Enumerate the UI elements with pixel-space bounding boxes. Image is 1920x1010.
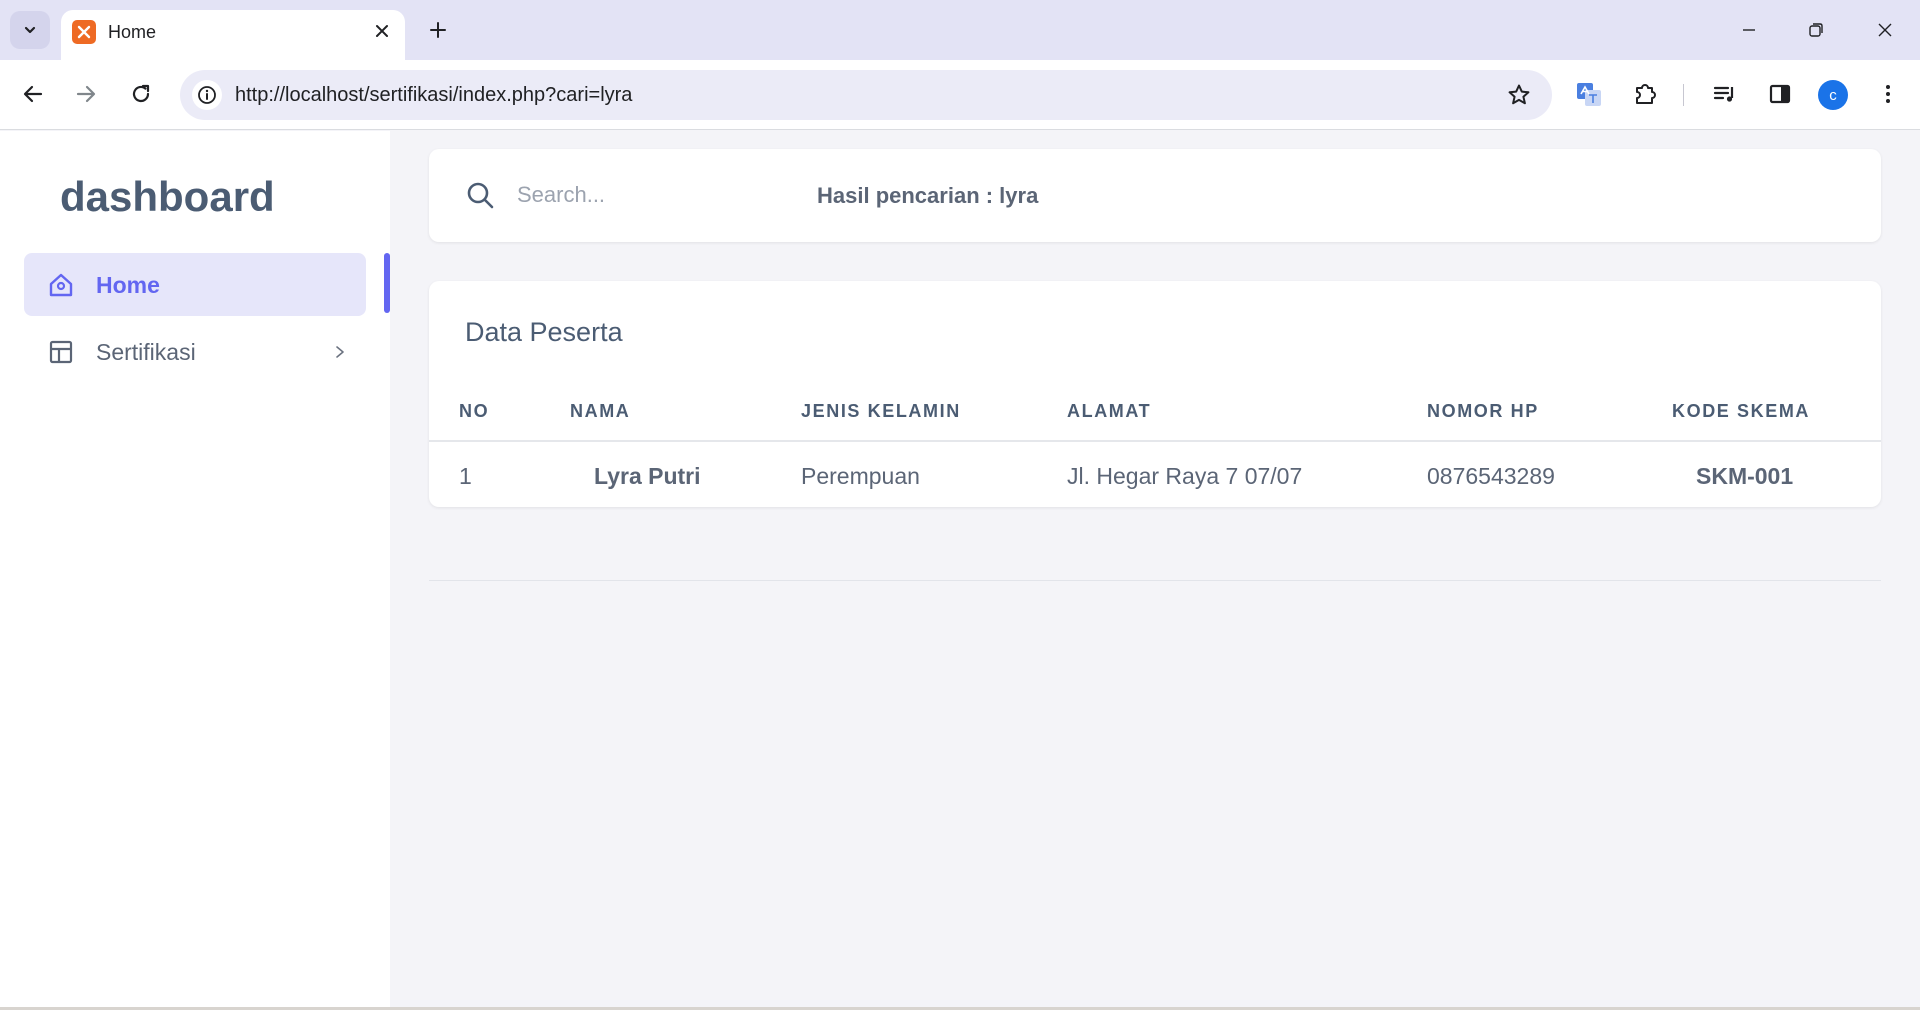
sidebar-item-sertifikasi[interactable]: Sertifikasi [24,320,366,383]
brand-title: dashboard [60,173,275,220]
active-nav-indicator [384,253,390,313]
cell-alamat: Jl. Hegar Raya 7 07/07 [1067,463,1303,489]
column-header-kode-skema: KODE SKEMA [1672,401,1811,421]
side-panel-icon [1769,84,1791,104]
layout-icon [49,340,73,364]
sidebar-item-label: Home [96,272,160,298]
close-icon [1878,23,1892,37]
content-divider [429,580,1881,581]
tab-close-button[interactable] [369,18,395,44]
plus-icon [430,22,446,38]
card-title: Data Peserta [465,317,623,347]
sidebar-item-label: Sertifikasi [96,339,196,365]
browser-tab[interactable]: Home [61,10,405,60]
column-header-jenis-kelamin: JENIS KELAMIN [801,401,961,421]
back-button[interactable] [15,76,51,112]
arrow-left-icon [23,85,43,103]
more-vertical-icon [1886,85,1890,103]
url-text[interactable]: http://localhost/sertifikasi/index.php?c… [235,84,632,107]
table-header-divider [429,440,1881,442]
data-peserta-card: Data Peserta NO NAMA JENIS KELAMIN ALAMA… [429,281,1881,507]
cell-no: 1 [459,463,472,489]
cell-jenis-kelamin: Perempuan [801,463,920,489]
browser-menu-button[interactable] [1870,76,1906,112]
column-header-alamat: ALAMAT [1067,401,1152,421]
search-icon [467,182,494,209]
forward-button[interactable] [68,76,104,112]
xampp-favicon-icon [72,20,96,44]
restore-icon [1809,23,1823,37]
site-info-button[interactable] [192,80,222,110]
cell-nomor-hp: 0876543289 [1427,463,1555,489]
reload-icon [132,84,150,103]
cell-nama: Lyra Putri [594,463,701,489]
arrow-right-icon [76,85,96,103]
search-input[interactable] [517,175,777,215]
sidebar-item-home[interactable]: Home [24,253,366,316]
star-icon [1508,84,1530,105]
extensions-button[interactable] [1628,76,1664,112]
translate-button[interactable] [1571,76,1607,112]
search-result-label: Hasil pencarian : lyra [817,183,1039,208]
minimize-icon [1743,29,1755,31]
reload-button[interactable] [123,76,159,112]
chevron-right-icon [336,346,344,358]
search-bar: Hasil pencarian : lyra [429,149,1881,242]
puzzle-icon [1636,84,1656,104]
column-header-nomor-hp: NOMOR HP [1427,401,1539,421]
home-icon [49,273,73,297]
profile-avatar[interactable]: c [1818,80,1848,110]
translate-icon [1577,83,1601,106]
column-header-nama: NAMA [570,401,631,421]
sidebar: dashboard Home Sertifikasi [0,131,390,1010]
new-tab-button[interactable] [422,14,454,46]
playlist-icon [1713,86,1734,102]
address-bar[interactable]: http://localhost/sertifikasi/index.php?c… [180,70,1552,120]
restore-button[interactable] [1793,12,1839,48]
minimize-button[interactable] [1726,12,1772,48]
browser-toolbar: http://localhost/sertifikasi/index.php?c… [0,60,1920,130]
tab-title: Home [108,22,157,42]
close-icon [376,25,388,37]
side-panel-button[interactable] [1762,76,1798,112]
chevron-down-icon [24,26,36,34]
tab-search-button[interactable] [10,11,50,49]
cell-kode-skema: SKM-001 [1696,463,1794,489]
bookmark-button[interactable] [1506,82,1532,108]
info-icon [198,86,216,104]
window-close-button[interactable] [1862,12,1908,48]
toolbar-separator [1683,84,1684,106]
column-header-no: NO [459,401,490,421]
browser-tab-strip: Home [0,0,1920,60]
media-controls-button[interactable] [1707,76,1743,112]
